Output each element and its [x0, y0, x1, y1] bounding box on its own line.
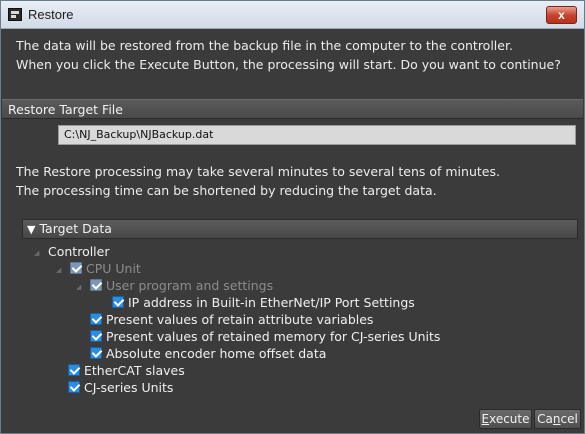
tree-item-label: Present values of retained memory for CJ…: [106, 329, 441, 344]
target-data-header-label: Target Data: [39, 221, 112, 236]
tree-item-ip-address[interactable]: IP address in Built-in EtherNet/IP Port …: [112, 294, 415, 311]
cancel-button[interactable]: Cancel: [534, 409, 581, 429]
restore-target-header: Restore Target File: [2, 99, 583, 119]
tree-expander-icon: ◢: [76, 283, 82, 291]
tree-expander-icon: ◢: [56, 266, 62, 274]
tree-item-encoder-offset[interactable]: Absolute encoder home offset data: [90, 345, 326, 362]
target-data-header[interactable]: ▼ Target Data: [22, 219, 578, 239]
tree-item-controller[interactable]: ◢ Controller: [34, 243, 110, 260]
checkbox-user-program: [90, 279, 102, 291]
tree-item-label: IP address in Built-in EtherNet/IP Port …: [128, 295, 415, 310]
tree-item-label: EtherCAT slaves: [84, 363, 185, 378]
tree-item-label: CJ-series Units: [84, 380, 174, 395]
title-bar: Restore x: [1, 1, 584, 29]
tree-item-cpu-unit: ◢ CPU Unit: [56, 260, 141, 277]
note-line-2: The processing time can be shortened by …: [16, 183, 437, 198]
tree-item-user-program: ◢ User program and settings: [76, 277, 273, 294]
tree-item-label: Present values of retain attribute varia…: [106, 312, 374, 327]
restore-target-path-field[interactable]: C:\NJ_Backup\NJBackup.dat: [58, 125, 576, 145]
checkbox-cpu-unit: [70, 262, 82, 274]
close-button[interactable]: x: [546, 6, 577, 24]
cancel-label-pre: Ca: [537, 412, 553, 426]
cancel-label-post: cel: [560, 412, 578, 426]
intro-line-1: The data will be restored from the backu…: [16, 38, 513, 53]
tree-item-cj-series-units[interactable]: CJ-series Units: [68, 379, 173, 396]
checkbox-retained-memory[interactable]: [90, 330, 102, 342]
window-title: Restore: [28, 7, 74, 22]
tree-item-label: CPU Unit: [86, 261, 141, 276]
checkbox-ethercat-slaves[interactable]: [68, 364, 80, 376]
tree-item-ethercat-slaves[interactable]: EtherCAT slaves: [68, 362, 185, 379]
checkbox-retain-variables[interactable]: [90, 313, 102, 325]
tree-item-label: Controller: [48, 244, 110, 259]
tree-item-label: Absolute encoder home offset data: [106, 346, 327, 361]
checkbox-cj-series-units[interactable]: [68, 381, 80, 393]
tree-item-retained-memory[interactable]: Present values of retained memory for CJ…: [90, 328, 440, 345]
intro-line-2: When you click the Execute Button, the p…: [16, 57, 561, 72]
tree-item-retain-variables[interactable]: Present values of retain attribute varia…: [90, 311, 373, 328]
execute-button[interactable]: Execute: [479, 409, 532, 429]
collapse-triangle-icon[interactable]: ▼: [27, 223, 35, 236]
checkbox-ip-address[interactable]: [112, 296, 124, 308]
tree-item-label: User program and settings: [106, 278, 274, 293]
app-icon: [8, 8, 22, 21]
restore-dialog: Restore x The data will be restored from…: [0, 0, 585, 434]
execute-accesskey: E: [481, 412, 490, 426]
tree-expander-icon[interactable]: ◢: [34, 245, 44, 262]
cancel-accesskey: n: [552, 412, 561, 426]
note-line-1: The Restore processing may take several …: [16, 164, 500, 179]
execute-label-post: xecute: [489, 412, 530, 426]
checkbox-encoder-offset[interactable]: [90, 347, 102, 359]
